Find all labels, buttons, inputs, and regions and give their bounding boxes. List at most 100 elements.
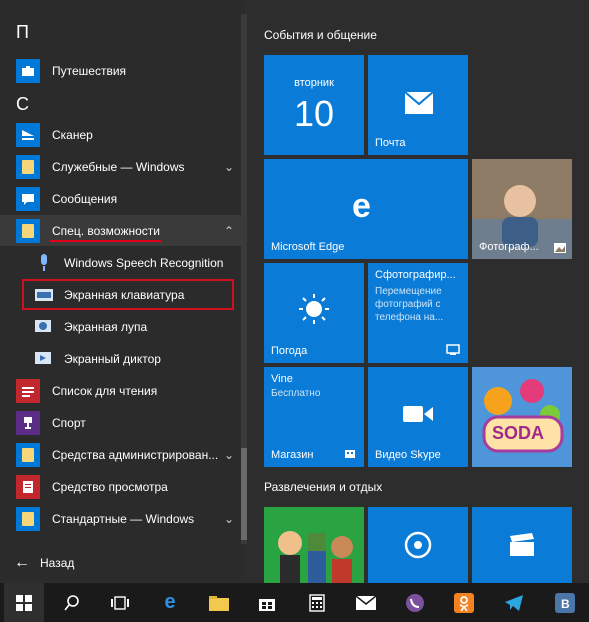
tile-skype-video[interactable]: Видео Skype [368, 367, 468, 467]
folder-icon [16, 507, 40, 531]
taskbar-viber[interactable] [395, 583, 435, 622]
app-label: Сообщения [52, 191, 118, 206]
folder-icon [16, 219, 40, 243]
tile-label: Почта [375, 137, 406, 149]
highlight-underline [49, 240, 161, 242]
app-speech-recognition[interactable]: Windows Speech Recognition [0, 247, 245, 278]
magnifier-icon [32, 315, 56, 339]
tile-subtitle: Бесплатно [271, 388, 321, 399]
app-label: Экранный диктор [64, 351, 161, 366]
odnoklassniki-icon [454, 592, 474, 613]
taskbar-telegram[interactable] [494, 583, 534, 622]
tile-movies-tv[interactable] [472, 507, 572, 583]
tile-label: Microsoft Edge [271, 241, 345, 253]
taskbar-mail[interactable] [346, 583, 386, 622]
group-title-events[interactable]: События и общение [264, 28, 377, 42]
app-narrator[interactable]: Экранный диктор [0, 343, 245, 374]
video-camera-icon [403, 406, 433, 422]
photos-icon [554, 243, 566, 253]
tile-groove-music[interactable] [368, 507, 468, 583]
calculator-icon [309, 593, 325, 612]
app-label: Стандартные — Windows [52, 511, 195, 526]
tile-label: Магазин [271, 449, 314, 461]
back-button[interactable]: ← Назад [0, 545, 245, 580]
tile-edge[interactable]: e Microsoft Edge [264, 159, 468, 259]
tile-photos[interactable]: Фотограф... [472, 159, 572, 259]
app-label: Путешествия [52, 63, 127, 78]
tile-text: Перемещение фотографий с телефона на... [375, 286, 444, 323]
microphone-icon [32, 251, 56, 275]
letter-header-p[interactable]: П [16, 22, 29, 43]
tile-title: Vine [271, 373, 293, 385]
tile-candy-crush[interactable]: SODA [472, 367, 572, 467]
store-icon [345, 450, 355, 458]
svg-text:В: В [561, 597, 570, 611]
folder-accessories-system[interactable]: Служебные — Windows ⌄ [0, 151, 245, 182]
app-label: Сканер [52, 127, 93, 142]
app-messaging[interactable]: Сообщения [0, 183, 245, 214]
folder-icon [16, 155, 40, 179]
tile-phone-photos[interactable]: Сфотографир... Перемещение фотографий с … [368, 263, 468, 363]
app-sport[interactable]: Спорт [0, 407, 245, 438]
app-label: Список для чтения [52, 383, 158, 398]
scrollbar-thumb[interactable] [241, 448, 247, 540]
xbox-avatars-art [264, 507, 364, 583]
vk-icon: В [555, 592, 575, 613]
candy-logo-text: SODA [492, 423, 545, 443]
letter-header-c[interactable]: С [16, 94, 29, 115]
tile-mail[interactable]: Почта [368, 55, 468, 155]
narrator-icon [32, 347, 56, 371]
taskbar-store[interactable] [247, 583, 287, 622]
app-label: Средства администрирован... [52, 447, 219, 462]
chevron-down-icon: ⌄ [224, 511, 235, 526]
chevron-up-icon: ⌃ [224, 223, 235, 238]
edge-icon: e [164, 591, 176, 613]
highlight-box [22, 279, 234, 310]
app-reader[interactable]: Средство просмотра [0, 471, 245, 502]
taskbar-vk[interactable]: В [545, 583, 585, 622]
tile-area: События и общение вторник 10 Почта e Mic… [252, 0, 589, 583]
folder-accessories[interactable]: Стандартные — Windows ⌄ [0, 503, 245, 534]
search-button[interactable] [52, 583, 92, 622]
edge-icon: e [352, 187, 371, 225]
tile-xbox[interactable] [264, 507, 364, 583]
app-list: П Путешествия С Сканер Служебные — Windo… [0, 0, 247, 580]
app-reading-list[interactable]: Список для чтения [0, 375, 245, 406]
taskbar-odnoklassniki[interactable] [444, 583, 484, 622]
message-icon [16, 187, 40, 211]
tile-weather[interactable]: Погода [264, 263, 364, 363]
tile-vine[interactable]: Vine Бесплатно Магазин [264, 367, 364, 467]
music-disc-icon [404, 531, 432, 559]
monitor-icon [446, 344, 460, 355]
app-label: Служебные — Windows [52, 159, 185, 174]
app-scanner[interactable]: Сканер [0, 119, 245, 150]
tile-label: Погода [271, 345, 308, 357]
viber-icon [406, 593, 424, 612]
tile-title: Сфотографир... [375, 269, 456, 281]
taskbar-calculator[interactable] [297, 583, 337, 622]
start-button[interactable] [4, 583, 44, 622]
tile-calendar[interactable]: вторник 10 [264, 55, 364, 155]
taskbar-explorer[interactable] [199, 583, 239, 622]
app-label: Экранная лупа [64, 319, 148, 334]
app-magnifier[interactable]: Экранная лупа [0, 311, 245, 342]
group-title-entertainment[interactable]: Развлечения и отдых [264, 480, 382, 494]
search-icon [64, 594, 79, 610]
app-label: Windows Speech Recognition [64, 255, 224, 270]
app-label: Средство просмотра [52, 479, 168, 494]
mail-icon [356, 595, 376, 610]
tile-label: Видео Skype [375, 449, 441, 461]
reader-icon [16, 475, 40, 499]
task-view-button[interactable] [100, 583, 140, 622]
app-label: Спорт [52, 415, 86, 430]
taskbar-edge[interactable]: e [150, 583, 190, 622]
app-travel[interactable]: Путешествия [0, 55, 245, 86]
windows-logo-icon [16, 594, 32, 611]
folder-admin-tools[interactable]: Средства администрирован... ⌄ [0, 439, 245, 470]
taskbar: e В [0, 583, 589, 622]
briefcase-icon [16, 59, 40, 83]
folder-icon [209, 595, 229, 611]
calendar-day: вторник [294, 77, 334, 89]
chevron-down-icon: ⌄ [224, 159, 235, 174]
start-menu: П Путешествия С Сканер Служебные — Windo… [0, 0, 589, 622]
